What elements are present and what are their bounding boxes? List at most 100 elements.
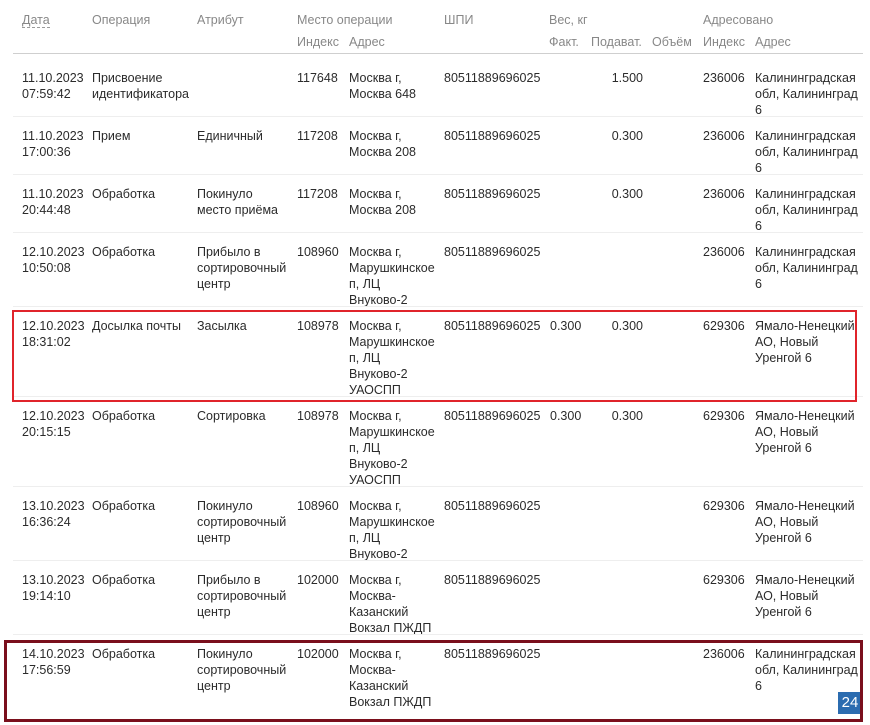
cell-addr-address: Калининградская обл, Калининград 6 — [755, 244, 858, 292]
cell-addr-address-line: АО, Новый — [755, 425, 819, 439]
cell-date-line: 11.10.2023 — [22, 129, 84, 143]
cell-addr-address-line: АО, Новый — [755, 589, 819, 603]
cell-addr-index: 629306 — [703, 499, 745, 513]
cell-place-address-line: Внуково-2 — [349, 457, 408, 471]
row-divider — [13, 634, 863, 635]
cell-attribute: Покинуло место приёма — [197, 186, 278, 218]
cell-addr-address-line: Калининградская — [755, 245, 856, 259]
cell-addr-index: 236006 — [703, 245, 745, 259]
cell-date-line: 20:44:48 — [22, 203, 71, 217]
header-place-index: Индекс — [297, 35, 339, 49]
cell-shpi: 80511889696025 — [444, 129, 541, 143]
cell-operation-line: Обработка — [92, 499, 156, 513]
cell-addr-address: Ямало-Ненецкий АО, Новый Уренгой 6 — [755, 408, 855, 456]
cell-addr-address: Ямало-Ненецкий АО, Новый Уренгой 6 — [755, 572, 855, 620]
cell-attribute-line: Сортировка — [197, 409, 266, 423]
row-highlight-box — [4, 640, 863, 722]
cell-place-address-line: Казанский — [349, 605, 409, 619]
cell-place-index: 117208 — [297, 187, 338, 201]
cell-operation-line: Обработка — [92, 245, 156, 259]
cell-shpi: 80511889696025 — [444, 573, 541, 587]
cell-place-address-line: Москва 208 — [349, 203, 417, 217]
header-addr-address: Адрес — [755, 35, 791, 49]
cell-addr-address-line: Ямало-Ненецкий — [755, 573, 855, 587]
cell-place-address-line: Москва г, — [349, 187, 402, 201]
cell-attribute-line: Прибыло в — [197, 245, 261, 259]
cell-attribute-line: центр — [197, 531, 231, 545]
cell-addr-index: 236006 — [703, 129, 745, 143]
cell-place-address-line: п, ЛЦ — [349, 277, 381, 291]
cell-date-line: 16:36:24 — [22, 515, 71, 529]
cell-attribute: Единичный — [197, 128, 263, 144]
cell-operation-line: Присвоение — [92, 71, 163, 85]
header-date[interactable]: Дата — [22, 13, 50, 28]
cell-operation-line: Обработка — [92, 573, 156, 587]
cell-place-address-line: Марушкинское — [349, 261, 435, 275]
cell-addr-address-line: обл, Калининград — [755, 87, 858, 101]
row-divider — [13, 560, 863, 561]
cell-date-line: 13.10.2023 — [22, 573, 85, 587]
cell-operation: Обработка — [92, 498, 155, 514]
cell-place-address-line: Марушкинское — [349, 515, 435, 529]
cell-attribute: Сортировка — [197, 408, 266, 424]
cell-addr-address-line: АО, Новый — [755, 515, 819, 529]
cell-place-index: 117208 — [297, 129, 338, 143]
cell-addr-address-line: обл, Калининград — [755, 145, 858, 159]
cell-addr-index: 629306 — [703, 409, 745, 423]
cell-addr-address: Калининградская обл, Калининград 6 — [755, 186, 858, 234]
cell-date-line: 17:00:36 — [22, 145, 71, 159]
header-weight-declared: Подават. — [591, 35, 642, 49]
cell-date: 11.10.2023 17:00:36 — [22, 128, 84, 160]
cell-attribute-line: сортировочный — [197, 261, 287, 275]
header-shpi: ШПИ — [444, 13, 474, 27]
cell-date-line: 11.10.2023 — [22, 187, 84, 201]
cell-attribute-line: Единичный — [197, 129, 263, 143]
cell-place-address-line: Москва 648 — [349, 87, 417, 101]
cell-addr-index: 629306 — [703, 573, 745, 587]
cell-operation-line: идентификатора — [92, 87, 189, 101]
cell-place-address: Москва г, Москва 208 — [349, 186, 416, 218]
header-addr-index: Индекс — [703, 35, 745, 49]
header-attribute: Атрибут — [197, 13, 244, 27]
cell-place-address: Москва г, Марушкинское п, ЛЦ Внуково-2 — [349, 244, 435, 308]
cell-shpi: 80511889696025 — [444, 245, 541, 259]
cell-date: 12.10.2023 10:50:08 — [22, 244, 85, 276]
cell-date: 13.10.2023 16:36:24 — [22, 498, 85, 530]
header-place-address: Адрес — [349, 35, 385, 49]
cell-attribute-line: Прибыло в — [197, 573, 261, 587]
cell-date-line: 19:14:10 — [22, 589, 71, 603]
header-weight: Вес, кг — [549, 13, 588, 27]
cell-addr-index: 236006 — [703, 187, 745, 201]
cell-attribute: Прибыло в сортировочный центр — [197, 572, 286, 620]
cell-addr-address-line: Калининградская — [755, 71, 856, 85]
cell-place-index: 108960 — [297, 245, 339, 259]
cell-weight-fact: 0.300 — [550, 409, 582, 423]
cell-operation-line: Прием — [92, 129, 131, 143]
cell-addr-address-line: Уренгой 6 — [755, 441, 812, 455]
cell-place-index: 108978 — [297, 409, 339, 423]
cell-date: 11.10.2023 20:44:48 — [22, 186, 84, 218]
cell-place-address-line: Москва г, — [349, 245, 402, 259]
header-divider — [13, 53, 863, 54]
cell-place-index: 117648 — [297, 71, 338, 85]
cell-attribute-line: место приёма — [197, 203, 279, 217]
cell-place-address-line: Москва- — [349, 589, 396, 603]
row-highlight-box — [12, 310, 857, 402]
cell-shpi: 80511889696025 — [444, 71, 541, 85]
cell-addr-address-line: Ямало-Ненецкий — [755, 499, 855, 513]
cell-addr-address-line: обл, Калининград — [755, 261, 858, 275]
cell-operation: Обработка — [92, 186, 155, 202]
cell-operation: Присвоение идентификатора — [92, 70, 189, 102]
cell-place-address-line: Москва г, — [349, 409, 402, 423]
cell-operation-line: Обработка — [92, 187, 156, 201]
cell-place-address-line: Москва г, — [349, 71, 402, 85]
cell-addr-address-line: 6 — [755, 277, 762, 291]
cell-operation: Обработка — [92, 244, 155, 260]
cell-addr-index: 236006 — [703, 71, 745, 85]
cell-operation-line: Обработка — [92, 409, 156, 423]
cell-shpi: 80511889696025 — [444, 499, 541, 513]
cell-addr-address: Калининградская обл, Калининград 6 — [755, 70, 858, 118]
cell-date-line: 07:59:42 — [22, 87, 71, 101]
cell-weight-declared: 1.500 — [611, 71, 643, 85]
cell-addr-address-line: Калининградская — [755, 129, 856, 143]
